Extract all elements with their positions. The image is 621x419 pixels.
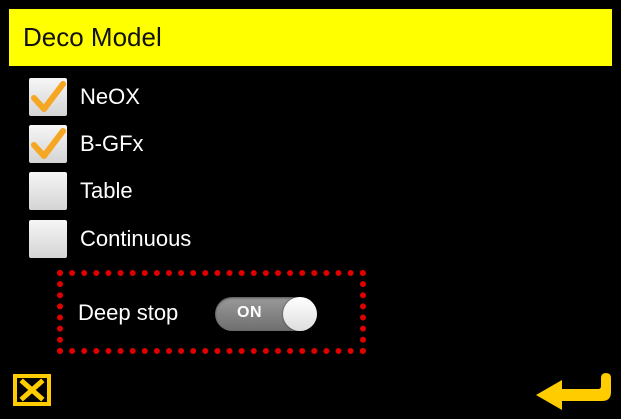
option-label: Continuous bbox=[80, 226, 192, 251]
return-arrow-icon bbox=[536, 373, 611, 410]
option-label: B-GFx bbox=[80, 131, 144, 156]
close-icon bbox=[13, 374, 51, 406]
option-label: NeOX bbox=[80, 84, 140, 109]
option-neox[interactable]: NeOX bbox=[29, 77, 140, 117]
deep-stop-toggle[interactable]: ON bbox=[215, 297, 317, 331]
toggle-knob[interactable] bbox=[283, 297, 317, 331]
option-b-gfx[interactable]: B-GFx bbox=[29, 124, 144, 164]
enter-button[interactable] bbox=[534, 370, 614, 414]
deep-stop-label: Deep stop bbox=[78, 300, 179, 325]
toggle-state-text: ON bbox=[237, 304, 262, 321]
checkbox-b-gfx[interactable] bbox=[29, 125, 67, 163]
page-title: Deco Model bbox=[23, 22, 162, 52]
checkbox-neox[interactable] bbox=[29, 78, 67, 116]
option-table[interactable]: Table bbox=[29, 171, 133, 211]
checkbox-continuous[interactable] bbox=[29, 220, 67, 258]
option-continuous[interactable]: Continuous bbox=[29, 219, 191, 259]
checkmark-icon bbox=[31, 128, 66, 159]
checkmark-icon bbox=[31, 81, 66, 112]
header-bar: Deco Model bbox=[9, 9, 612, 66]
cancel-button[interactable] bbox=[13, 374, 51, 406]
checkbox-table[interactable] bbox=[29, 172, 67, 210]
option-label: Table bbox=[80, 178, 133, 203]
